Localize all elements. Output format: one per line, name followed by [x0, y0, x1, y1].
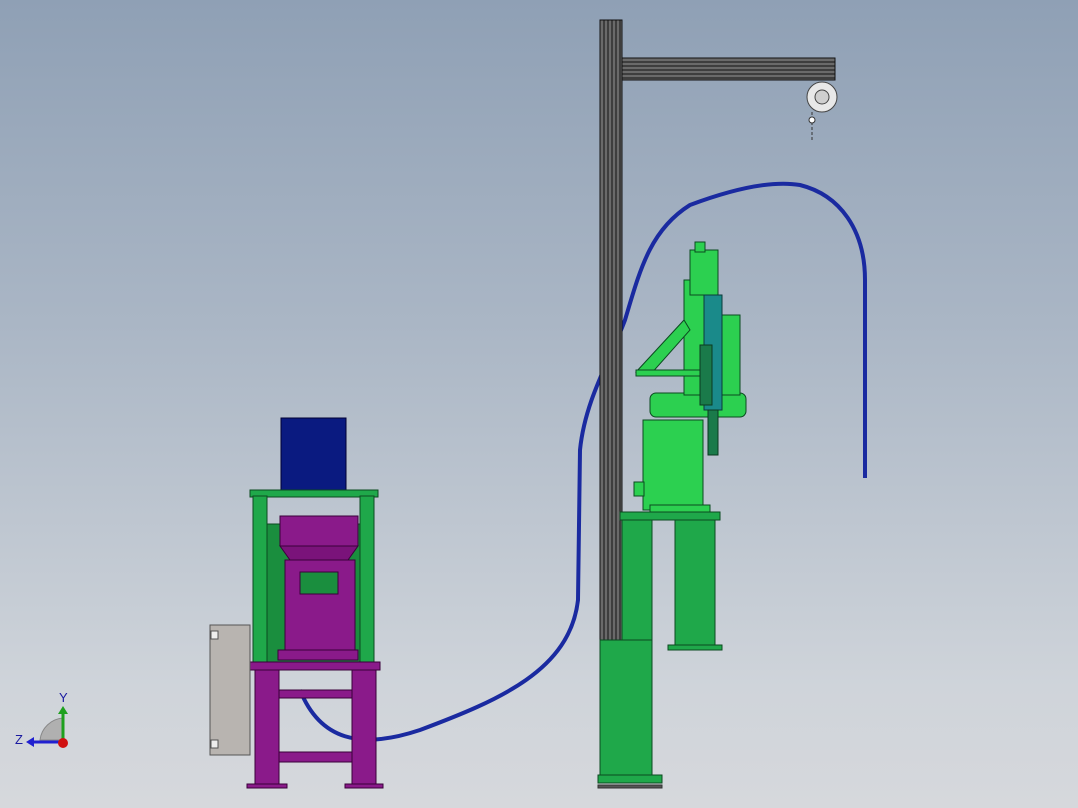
robot-shoulder[interactable] — [649, 392, 747, 418]
press-crossbar-lower — [278, 751, 353, 763]
robot-top-housing — [689, 249, 719, 296]
robot-base-cylinder[interactable] — [642, 419, 704, 511]
stand-lower-body — [599, 639, 653, 776]
press-hopper-taper — [279, 545, 359, 561]
hose[interactable] — [298, 181, 867, 742]
robot-link-arm[interactable] — [721, 314, 741, 396]
stand-pillar-right — [674, 519, 716, 649]
robot-tool-spindle[interactable] — [707, 409, 719, 456]
balancer-hoist-icon[interactable] — [806, 81, 838, 140]
press-table[interactable] — [249, 661, 381, 671]
assembly-scene[interactable]: Y Z — [0, 0, 1078, 808]
press-crossbar-upper — [278, 689, 353, 699]
arm-profile — [621, 57, 836, 81]
press-top-plate — [249, 489, 379, 498]
electrical-cabinet[interactable] — [209, 624, 251, 756]
press-die-window — [299, 571, 339, 595]
axis-triad-icon: Y Z — [15, 690, 68, 748]
z-axis-label: Z — [15, 732, 23, 747]
motor-block[interactable] — [280, 417, 347, 493]
press-hopper[interactable] — [279, 515, 359, 547]
robot-top-cap — [694, 241, 706, 253]
press-leg-right — [351, 669, 377, 787]
robot-arm-bracket — [635, 319, 691, 376]
press-left-column — [252, 495, 268, 665]
column-profile — [599, 19, 623, 724]
robot[interactable] — [633, 241, 747, 513]
press-foot-left — [246, 783, 288, 789]
stand-foot-right — [667, 644, 723, 651]
cad-viewport[interactable]: Y Z — [0, 0, 1078, 808]
stand-plate — [619, 511, 721, 521]
press-leg-left — [254, 669, 280, 787]
y-axis-label: Y — [59, 690, 68, 705]
stand-pillar-left — [621, 519, 653, 641]
robot-actuator — [699, 344, 713, 406]
stand-foot — [597, 774, 663, 784]
press-die-base — [277, 649, 359, 661]
cabinet-hinge-top — [210, 630, 219, 640]
press-foot-right — [344, 783, 384, 789]
press-machine[interactable] — [209, 417, 384, 789]
robot-base-flange — [649, 504, 711, 513]
floor-plate — [597, 784, 663, 789]
press-right-column — [359, 495, 375, 665]
cabinet-hinge-bottom — [210, 739, 219, 749]
robot-side-box — [633, 481, 645, 497]
